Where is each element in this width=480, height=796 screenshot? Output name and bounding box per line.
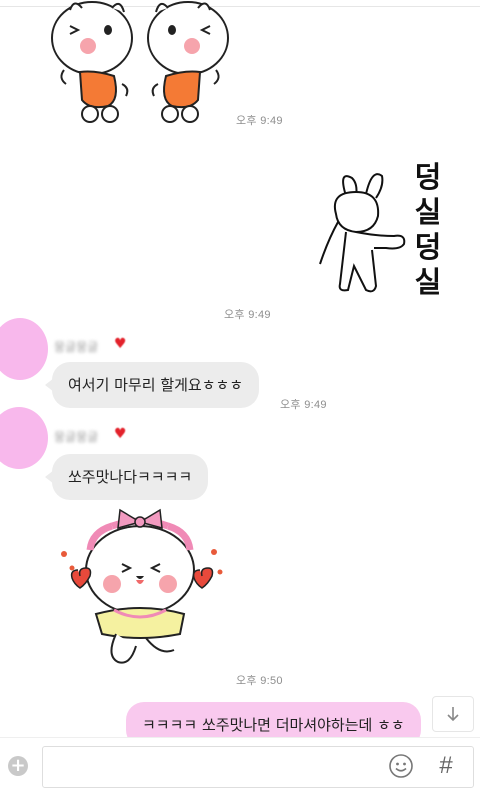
sender-name: 뭉글뭉글 — [54, 340, 99, 354]
bear-left — [51, 1, 133, 123]
message-time: 오후 9:49 — [236, 115, 283, 127]
avatar[interactable] — [0, 318, 48, 380]
message-bubble[interactable]: 여서기 마무리 할게요ㅎㅎㅎ — [45, 362, 260, 408]
sender-name: 뭉글뭉글 — [54, 430, 99, 444]
avatar[interactable] — [0, 407, 48, 469]
bubble-tail — [45, 378, 54, 392]
bear-right — [147, 1, 229, 123]
message-bubble[interactable]: 쏘주맛나다ㅋㅋㅋㅋ — [45, 454, 209, 500]
message-time: 오후 9:50 — [236, 675, 283, 687]
scroll-to-bottom-button[interactable] — [432, 696, 474, 732]
message-text: 쏘주맛나다ㅋㅋㅋㅋ — [68, 468, 193, 486]
message-text: 여서기 마무리 할게요ㅎㅎㅎ — [68, 376, 244, 394]
plus-circle-icon[interactable]: + — [8, 756, 28, 776]
twin-white-bears-sticker[interactable] — [50, 0, 230, 125]
message-text: ㅋㅋㅋㅋ 쏘주맛나면 더마셔야하는데 ㅎㅎ — [142, 716, 405, 734]
smiley-icon[interactable] — [388, 753, 414, 779]
cheering-bear-hearts-sticker[interactable] — [56, 506, 226, 668]
hashtag-button[interactable]: # — [432, 751, 460, 781]
arrow-down-icon — [447, 707, 459, 722]
heart-icon: ♥ — [114, 336, 127, 352]
bubble-tail — [45, 470, 54, 484]
heart-icon: ♥ — [114, 426, 127, 442]
message-time: 오후 9:49 — [224, 309, 271, 321]
dung-sil-text: 덩실덩실 — [414, 160, 442, 299]
message-time: 오후 9:49 — [280, 399, 327, 411]
bunny-dancing-sticker[interactable] — [316, 166, 412, 298]
message-composer: + # — [0, 737, 480, 796]
